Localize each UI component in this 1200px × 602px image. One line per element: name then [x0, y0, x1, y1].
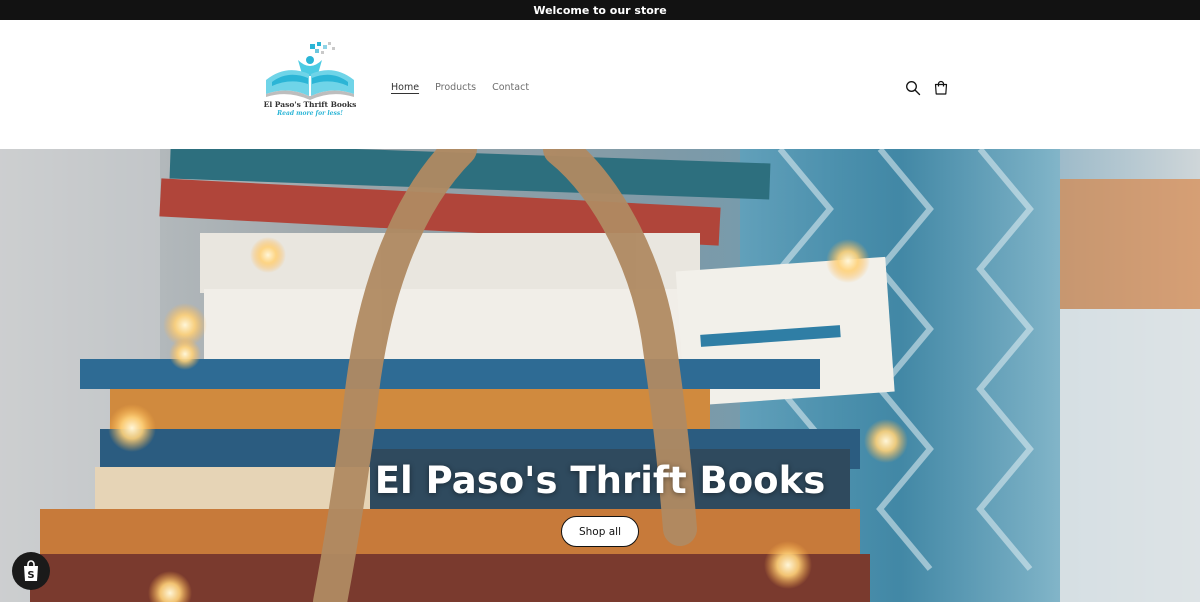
shopify-bag-icon[interactable]: S — [12, 552, 50, 590]
book-logo-icon — [266, 42, 354, 100]
store-logo[interactable]: El Paso's Thrift Books Read more for les… — [258, 40, 362, 120]
nav-link-contact[interactable]: Contact — [492, 82, 529, 93]
announcement-text: Welcome to our store — [533, 3, 667, 17]
logo-store-name: El Paso's Thrift Books — [263, 100, 357, 109]
svg-text:S: S — [27, 570, 34, 581]
hero-banner: El Paso's Thrift Books Shop all — [0, 149, 1200, 602]
hero-title: El Paso's Thrift Books — [374, 459, 826, 502]
cart-icon[interactable] — [933, 80, 949, 96]
nav-link-products[interactable]: Products — [435, 82, 476, 93]
nav-link-home[interactable]: Home — [391, 82, 419, 93]
shop-all-button[interactable]: Shop all — [561, 516, 639, 547]
main-nav: Home Products Contact — [391, 82, 529, 93]
announcement-bar: Welcome to our store — [0, 0, 1200, 20]
logo-tagline: Read more for less! — [277, 110, 343, 117]
site-header: El Paso's Thrift Books Read more for les… — [0, 20, 1200, 149]
search-icon[interactable] — [905, 80, 921, 96]
